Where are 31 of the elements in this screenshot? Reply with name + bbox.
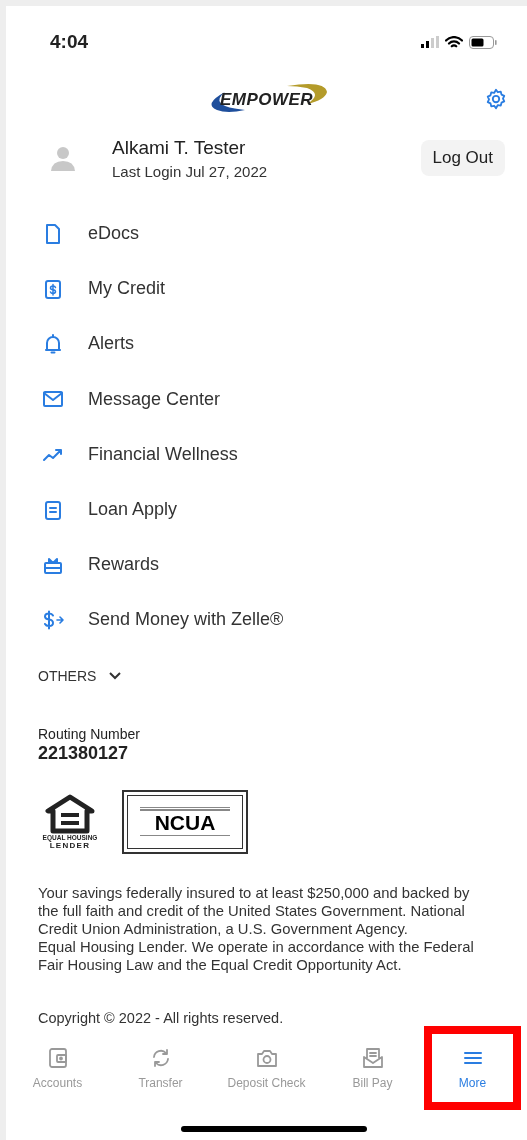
wifi-icon — [445, 35, 463, 49]
dollar-send-icon — [42, 608, 64, 631]
routing-label: Routing Number — [38, 725, 140, 742]
settings-icon[interactable] — [485, 88, 507, 110]
copyright-text: Copyright © 2022 - All rights reserved. — [38, 1009, 285, 1026]
disclaimer-text: Your savings federally insured to at least $250,000 and backed by the full faith and credit of the United States Government. National Credit Union Administration, a U.S. Government Agency. Equal Housing Lender. We operate in accordance with the Federal Fair Housing Law and the Equal Credit Opportunity Act. — [38, 883, 475, 974]
routing-number: 221380127 — [38, 742, 129, 764]
dollar-card-icon — [42, 277, 64, 300]
signal-icon — [421, 36, 439, 48]
empower-logo: EMPOWER — [196, 80, 337, 120]
chevron-down-icon — [108, 670, 123, 681]
menu-item[interactable]: Send Money with Zelle® — [88, 609, 284, 631]
tab-bar-item[interactable]: More — [424, 1025, 521, 1110]
bill-icon — [360, 1045, 385, 1070]
clipboard-icon — [42, 498, 64, 521]
ncua-logo: NCUA — [122, 789, 248, 854]
menu-item[interactable]: Financial Wellness — [88, 443, 238, 465]
menu-item[interactable]: My Credit — [88, 278, 165, 300]
menu-item[interactable]: Loan Apply — [88, 499, 178, 521]
last-login: Last Login Jul 27, 2022 — [112, 162, 268, 180]
logout-button[interactable]: Log Out — [420, 140, 505, 176]
menu-item[interactable]: Rewards — [88, 554, 160, 576]
menu-item[interactable]: eDocs — [88, 223, 140, 245]
menu-item[interactable]: Message Center — [88, 388, 221, 410]
others-toggle[interactable]: OTHERS — [38, 667, 123, 684]
bell-icon — [42, 332, 64, 355]
user-name: Alkami T. Tester — [112, 136, 246, 159]
avatar-icon — [48, 144, 78, 172]
menu-item[interactable]: Alerts — [88, 333, 134, 355]
status-time: 4:04 — [50, 31, 89, 53]
battery-icon — [469, 35, 497, 49]
